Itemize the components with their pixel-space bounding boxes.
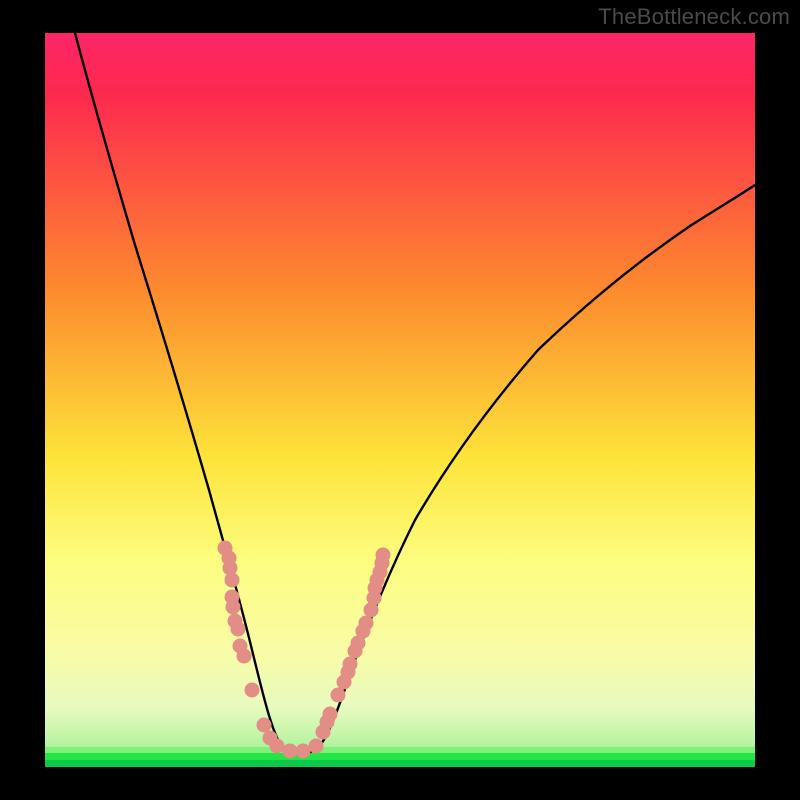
watermark: TheBottleneck.com: [598, 4, 790, 30]
gradient-background: [45, 33, 755, 767]
chart-svg: [0, 0, 800, 800]
chart-container: TheBottleneck.com: [0, 0, 800, 800]
green-bands: [45, 747, 755, 767]
